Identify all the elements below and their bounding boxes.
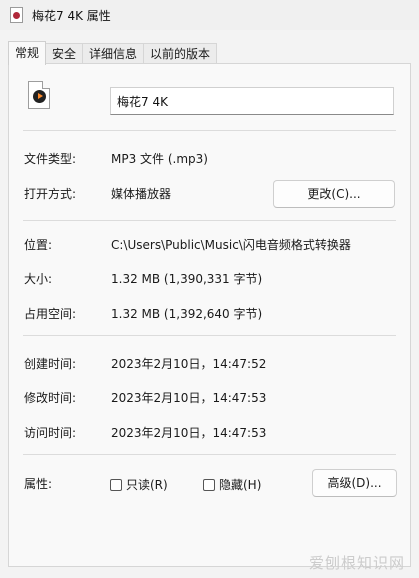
checkbox-box[interactable] (203, 478, 215, 491)
title-bar: 梅花7 4K 属性 (0, 0, 419, 30)
tab-previous-versions[interactable]: 以前的版本 (143, 43, 218, 64)
divider (23, 220, 396, 221)
watermark: 爱刨根知识网 (308, 554, 405, 572)
advanced-button[interactable]: 高级(D)... (312, 469, 397, 497)
tab-security[interactable]: 安全 (45, 43, 84, 64)
hidden-checkbox[interactable]: 隐藏(H) (203, 476, 261, 493)
file-name-field[interactable] (110, 87, 394, 115)
window-title: 梅花7 4K 属性 (32, 9, 111, 23)
readonly-checkbox[interactable]: 只读(R) (110, 476, 168, 493)
tab-details[interactable]: 详细信息 (82, 43, 145, 64)
change-button[interactable]: 更改(C)... (273, 180, 395, 208)
open-with-value: 媒体播放器 (111, 187, 172, 201)
divider (23, 130, 396, 131)
play-icon (33, 90, 46, 103)
attributes-label: 属性: (24, 477, 53, 491)
page-fold (42, 81, 50, 89)
modified-label: 修改时间: (24, 391, 77, 405)
checkbox-box[interactable] (110, 478, 122, 491)
file-type-label: 文件类型: (24, 152, 77, 166)
tab-bar: 常规 安全 详细信息 以前的版本 (8, 41, 218, 65)
size-on-disk-label: 占用空间: (24, 307, 77, 321)
audio-file-icon (28, 81, 50, 109)
modified-value: 2023年2月10日，14:47:53 (111, 391, 267, 405)
accessed-label: 访问时间: (24, 426, 77, 440)
size-value: 1.32 MB (1,390,331 字节) (111, 272, 263, 286)
tab-general[interactable]: 常规 (8, 41, 47, 65)
location-label: 位置: (24, 238, 53, 252)
divider (23, 454, 396, 455)
created-value: 2023年2月10日，14:47:52 (111, 357, 267, 371)
general-panel: 文件类型: MP3 文件 (.mp3) 打开方式: 媒体播放器 更改(C)...… (8, 63, 411, 567)
audio-file-icon (10, 7, 23, 23)
size-label: 大小: (24, 272, 53, 286)
created-label: 创建时间: (24, 357, 77, 371)
accessed-value: 2023年2月10日，14:47:53 (111, 426, 267, 440)
size-on-disk-value: 1.32 MB (1,392,640 字节) (111, 307, 263, 321)
readonly-label: 只读(R) (126, 478, 168, 492)
divider (23, 335, 396, 336)
hidden-label: 隐藏(H) (219, 478, 262, 492)
file-type-value: MP3 文件 (.mp3) (111, 152, 208, 166)
open-with-label: 打开方式: (24, 187, 77, 201)
location-value: C:\Users\Public\Music\闪电音频格式转换器 (111, 238, 351, 252)
